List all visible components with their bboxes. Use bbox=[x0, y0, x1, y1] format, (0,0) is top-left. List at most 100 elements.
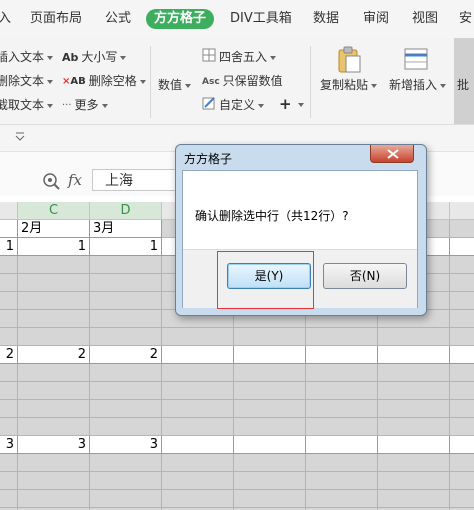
table-cell[interactable] bbox=[0, 220, 18, 238]
table-cell[interactable] bbox=[90, 454, 162, 472]
table-cell[interactable] bbox=[0, 382, 18, 400]
table-cell[interactable] bbox=[306, 472, 378, 490]
table-cell[interactable] bbox=[234, 364, 306, 382]
table-cell[interactable] bbox=[378, 454, 450, 472]
table-cell[interactable]: 2 bbox=[90, 346, 162, 364]
table-cell[interactable] bbox=[306, 418, 378, 436]
menu-item-insert[interactable]: 入 bbox=[0, 9, 11, 29]
table-cell[interactable] bbox=[162, 346, 234, 364]
table-cell[interactable] bbox=[306, 346, 378, 364]
table-cell[interactable] bbox=[90, 256, 162, 274]
insert-text-button[interactable]: 插入文本 bbox=[0, 48, 54, 66]
table-cell[interactable] bbox=[90, 292, 162, 310]
custom-button[interactable]: 自定义 bbox=[202, 96, 265, 114]
table-cell[interactable] bbox=[18, 400, 90, 418]
table-cell[interactable] bbox=[306, 490, 378, 508]
table-cell[interactable]: 2 bbox=[0, 346, 18, 364]
close-button[interactable] bbox=[370, 145, 414, 163]
table-cell[interactable] bbox=[450, 364, 474, 382]
table-cell[interactable]: 1 bbox=[0, 238, 18, 256]
table-cell[interactable] bbox=[450, 454, 474, 472]
table-cell[interactable] bbox=[162, 436, 234, 454]
formula-input[interactable]: 上海 bbox=[92, 169, 182, 191]
table-cell[interactable] bbox=[18, 328, 90, 346]
table-cell[interactable] bbox=[18, 256, 90, 274]
table-cell[interactable] bbox=[90, 382, 162, 400]
table-cell[interactable] bbox=[0, 418, 18, 436]
table-cell[interactable] bbox=[378, 382, 450, 400]
table-cell[interactable] bbox=[0, 364, 18, 382]
table-cell[interactable] bbox=[234, 436, 306, 454]
table-cell[interactable] bbox=[162, 472, 234, 490]
table-cell[interactable] bbox=[0, 256, 18, 274]
table-cell[interactable] bbox=[90, 274, 162, 292]
case-button[interactable]: Ab 大小写 bbox=[62, 48, 127, 66]
menu-item-view[interactable]: 视图 bbox=[412, 9, 438, 29]
table-cell[interactable] bbox=[18, 454, 90, 472]
table-cell[interactable] bbox=[450, 328, 474, 346]
table-cell[interactable] bbox=[450, 346, 474, 364]
table-cell[interactable] bbox=[450, 400, 474, 418]
table-cell[interactable] bbox=[234, 328, 306, 346]
table-cell[interactable] bbox=[306, 436, 378, 454]
table-cell[interactable] bbox=[306, 400, 378, 418]
menu-item-page-layout[interactable]: 页面布局 bbox=[30, 9, 82, 29]
menu-item-security[interactable]: 安 bbox=[459, 9, 472, 29]
table-cell[interactable] bbox=[306, 382, 378, 400]
table-cell[interactable] bbox=[378, 346, 450, 364]
table-cell[interactable] bbox=[162, 328, 234, 346]
table-cell[interactable] bbox=[162, 400, 234, 418]
table-cell[interactable]: 3 bbox=[90, 436, 162, 454]
table-cell[interactable] bbox=[306, 328, 378, 346]
expand-chevron-icon[interactable] bbox=[14, 131, 26, 146]
table-cell[interactable] bbox=[450, 436, 474, 454]
table-cell[interactable] bbox=[90, 364, 162, 382]
menu-item-review[interactable]: 审阅 bbox=[363, 9, 389, 29]
table-cell[interactable] bbox=[18, 364, 90, 382]
table-cell[interactable] bbox=[378, 490, 450, 508]
table-cell[interactable] bbox=[234, 490, 306, 508]
table-cell[interactable] bbox=[0, 292, 18, 310]
round-button[interactable]: 四舍五入 bbox=[202, 48, 277, 66]
add-button[interactable]: + bbox=[279, 95, 304, 113]
table-cell[interactable] bbox=[234, 400, 306, 418]
table-cell[interactable]: 3 bbox=[0, 436, 18, 454]
keep-numeric-button[interactable]: Asc 只保留数值 bbox=[202, 72, 283, 90]
table-cell[interactable]: 2月 bbox=[18, 220, 90, 238]
table-cell[interactable] bbox=[234, 418, 306, 436]
table-cell[interactable] bbox=[378, 400, 450, 418]
numeric-button[interactable]: 数值 bbox=[158, 76, 192, 94]
table-cell[interactable] bbox=[450, 292, 474, 310]
table-cell[interactable] bbox=[306, 454, 378, 472]
no-button[interactable]: 否(N) bbox=[323, 263, 407, 289]
table-cell[interactable] bbox=[18, 490, 90, 508]
table-cell[interactable] bbox=[18, 274, 90, 292]
table-cell[interactable]: 3 bbox=[18, 436, 90, 454]
table-cell[interactable] bbox=[306, 364, 378, 382]
menu-item-fangfang[interactable]: 方方格子 bbox=[146, 9, 215, 29]
column-header-b[interactable] bbox=[0, 202, 18, 220]
table-cell[interactable] bbox=[0, 454, 18, 472]
table-cell[interactable] bbox=[378, 364, 450, 382]
table-cell[interactable] bbox=[450, 310, 474, 328]
table-cell[interactable] bbox=[234, 346, 306, 364]
column-header-c[interactable]: C bbox=[18, 202, 90, 220]
table-cell[interactable] bbox=[450, 238, 474, 256]
delete-spaces-button[interactable]: ×AB 删除空格 bbox=[62, 72, 146, 90]
table-cell[interactable] bbox=[18, 382, 90, 400]
table-cell[interactable] bbox=[18, 418, 90, 436]
zoom-icon[interactable] bbox=[42, 172, 60, 193]
table-cell[interactable] bbox=[378, 328, 450, 346]
table-cell[interactable]: 1 bbox=[18, 238, 90, 256]
table-cell[interactable] bbox=[90, 310, 162, 328]
delete-text-button[interactable]: 删除文本 bbox=[0, 72, 54, 90]
table-cell[interactable] bbox=[450, 274, 474, 292]
menu-item-data[interactable]: 数据 bbox=[313, 9, 339, 29]
extract-text-button[interactable]: 截取文本 bbox=[0, 96, 54, 114]
table-cell[interactable] bbox=[450, 472, 474, 490]
table-cell[interactable] bbox=[162, 364, 234, 382]
table-cell[interactable] bbox=[90, 328, 162, 346]
fx-icon[interactable]: fx bbox=[68, 171, 82, 189]
table-cell[interactable] bbox=[450, 256, 474, 274]
table-cell[interactable] bbox=[18, 472, 90, 490]
